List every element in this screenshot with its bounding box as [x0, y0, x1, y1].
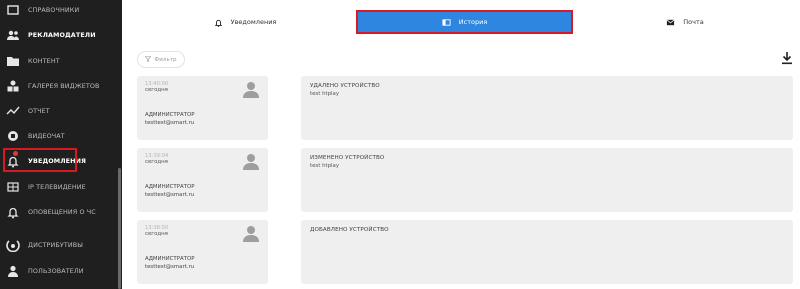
tab-label: История [458, 18, 488, 26]
sidebar-item-distributions[interactable]: ДИСТРИБУТИВЫ [0, 233, 118, 257]
entry-day: сегодня [145, 87, 168, 93]
sidebar-item-label: ДИСТРИБУТИВЫ [28, 241, 83, 249]
entry-user-role: АДМИНИСТРАТОР [145, 256, 195, 262]
sidebar-item-label: ВИДЕОЧАТ [28, 132, 65, 140]
sidebar-item-emergency-alerts[interactable]: ОПОВЕЩЕНИЯ О ЧС [0, 200, 118, 224]
entry-user-role: АДМИНИСТРАТОР [145, 112, 195, 118]
history-detail-card: УДАЛЕНО УСТРОЙСТВО test htplay [301, 76, 793, 140]
history-icon [442, 18, 451, 27]
filter-button[interactable]: Фильтр [137, 51, 185, 68]
users-icon [6, 28, 20, 42]
filter-icon [145, 55, 152, 64]
sidebar-item-label: РЕКЛАМОДАТЕЛИ [28, 31, 96, 39]
distribution-icon [6, 238, 20, 252]
sidebar-item-directories[interactable]: СПРАВОЧНИКИ [0, 0, 118, 22]
entry-action: УДАЛЕНО УСТРОЙСТВО [310, 83, 380, 89]
entry-day: сегодня [145, 159, 168, 165]
sidebar-item-label: ОТЧЕТ [28, 107, 50, 115]
tab-label: Почта [683, 18, 704, 26]
download-icon[interactable] [781, 51, 793, 65]
tab-mail[interactable]: Почта [655, 10, 715, 34]
avatar-icon [243, 153, 259, 171]
avatar-icon [243, 81, 259, 99]
widgets-icon [6, 79, 20, 93]
bell-icon [214, 18, 223, 27]
tab-history[interactable]: История [356, 10, 573, 34]
entry-action: ИЗМЕНЕНО УСТРОЙСТВО [310, 155, 385, 161]
folder-icon [6, 3, 20, 17]
user-icon [6, 264, 20, 278]
entry-action: ДОБАВЛЕНО УСТРОЙСТВО [310, 227, 389, 233]
entry-device: test htplay [310, 163, 340, 169]
videochat-icon [6, 129, 20, 143]
sidebar-item-label: ГАЛЕРЕЯ ВИДЖЕТОВ [28, 82, 100, 90]
sidebar-item-label: IP ТЕЛЕВИДЕНИЕ [28, 183, 86, 191]
bell-alert-icon [6, 205, 20, 219]
tv-icon [6, 180, 20, 194]
history-detail-card: ДОБАВЛЕНО УСТРОЙСТВО [301, 220, 793, 284]
entry-device: test htplay [310, 91, 340, 97]
filter-label: Фильтр [154, 56, 177, 63]
sidebar-item-videochat[interactable]: ВИДЕОЧАТ [0, 124, 118, 148]
sidebar-item-users[interactable]: ПОЛЬЗОВАТЕЛИ [0, 259, 118, 283]
history-meta-card: 13:38:50 сегодня АДМИНИСТРАТОР testtest@… [137, 220, 268, 284]
avatar-icon [243, 225, 259, 243]
sidebar-item-report[interactable]: ОТЧЕТ [0, 99, 118, 123]
tab-label: Уведомления [230, 18, 277, 26]
sidebar-item-advertisers[interactable]: РЕКЛАМОДАТЕЛИ [0, 23, 118, 47]
entry-user-role: АДМИНИСТРАТОР [145, 184, 195, 190]
sidebar-scrollbar[interactable] [118, 168, 121, 289]
app-root: СПРАВОЧНИКИ РЕКЛАМОДАТЕЛИ КОНТЕНТ ГАЛЕРЕ… [0, 0, 800, 289]
folder-icon [6, 54, 20, 68]
history-meta-card: 13:40:00 сегодня АДМИНИСТРАТОР testtest@… [137, 76, 268, 140]
sidebar-item-content[interactable]: КОНТЕНТ [0, 49, 118, 73]
mail-icon [666, 18, 675, 27]
active-item-highlight [3, 148, 77, 172]
entry-user-email: testtest@smart.ru [145, 192, 195, 198]
sidebar-item-label: КОНТЕНТ [28, 57, 60, 65]
entry-day: сегодня [145, 231, 168, 237]
entry-user-email: testtest@smart.ru [145, 264, 195, 270]
entry-user-email: testtest@smart.ru [145, 120, 195, 126]
sidebar: СПРАВОЧНИКИ РЕКЛАМОДАТЕЛИ КОНТЕНТ ГАЛЕРЕ… [0, 0, 122, 289]
sidebar-item-label: ПОЛЬЗОВАТЕЛИ [28, 267, 84, 275]
history-detail-card: ИЗМЕНЕНО УСТРОЙСТВО test htplay [301, 148, 793, 212]
chart-line-icon [6, 104, 20, 118]
history-meta-card: 13:39:04 сегодня АДМИНИСТРАТОР testtest@… [137, 148, 268, 212]
sidebar-item-label: СПРАВОЧНИКИ [28, 6, 80, 14]
sidebar-item-widget-gallery[interactable]: ГАЛЕРЕЯ ВИДЖЕТОВ [0, 74, 118, 98]
sidebar-item-label: ОПОВЕЩЕНИЯ О ЧС [28, 208, 96, 216]
tab-notifications[interactable]: Уведомления [200, 10, 290, 34]
sidebar-item-ip-tv[interactable]: IP ТЕЛЕВИДЕНИЕ [0, 175, 118, 199]
